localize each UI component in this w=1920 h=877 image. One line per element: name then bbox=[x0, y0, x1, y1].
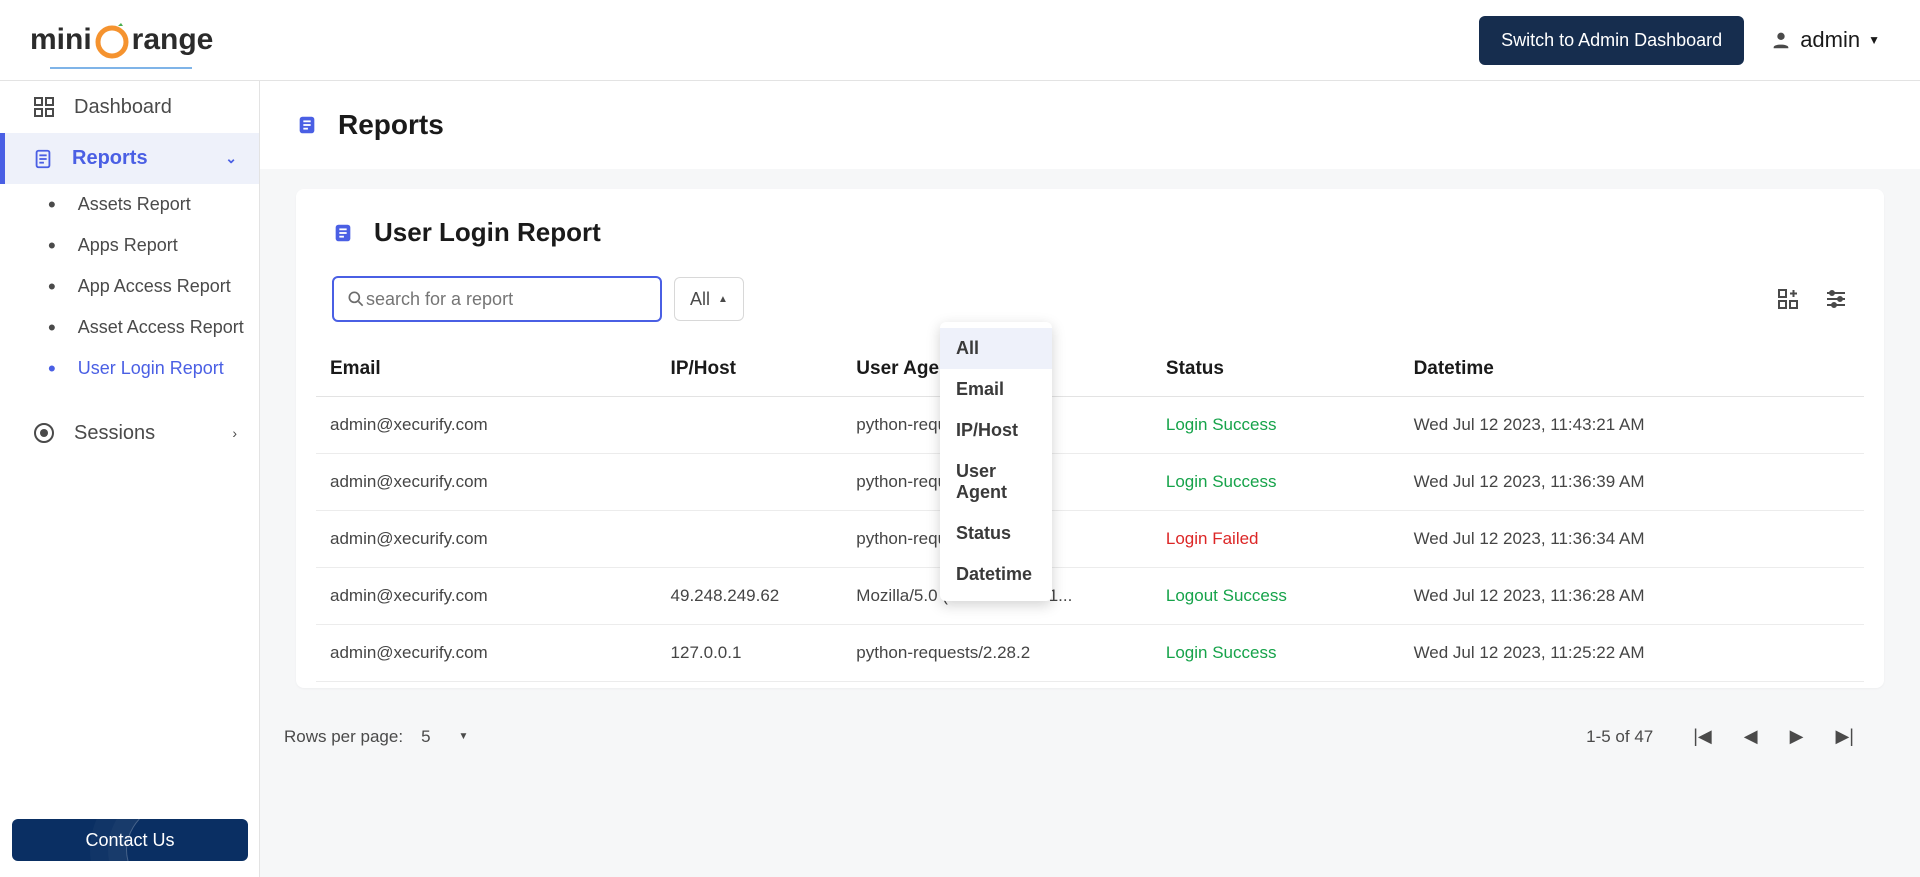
caret-down-icon: ▼ bbox=[1868, 33, 1880, 47]
brand-prefix: mini bbox=[30, 23, 92, 57]
sidebar-item-label: Dashboard bbox=[74, 96, 172, 119]
caret-up-icon: ▲ bbox=[718, 294, 728, 305]
user-icon bbox=[1770, 29, 1792, 51]
rows-per-page-value[interactable]: 5 bbox=[421, 727, 430, 747]
sidebar-item-sessions[interactable]: Sessions › bbox=[0, 407, 259, 459]
report-icon bbox=[332, 222, 354, 244]
sidebar-item-dashboard[interactable]: Dashboard bbox=[0, 81, 259, 133]
dropdown-option-status[interactable]: Status bbox=[940, 513, 1052, 554]
cell-email: admin@xecurify.com bbox=[316, 397, 657, 454]
sidebar-subitem-label: User Login Report bbox=[78, 358, 224, 379]
pager-prev-icon[interactable]: ◀ bbox=[1744, 726, 1758, 747]
dropdown-option-all[interactable]: All bbox=[940, 328, 1052, 369]
sidebar-subitem-label: Assets Report bbox=[78, 194, 191, 215]
cell-datetime: Wed Jul 12 2023, 11:36:28 AM bbox=[1400, 568, 1864, 625]
cell-email: admin@xecurify.com bbox=[316, 454, 657, 511]
dropdown-option-datetime[interactable]: Datetime bbox=[940, 554, 1052, 595]
cell-user-agent: python-requests/2.28.2 bbox=[842, 625, 1152, 682]
cell-email: admin@xecurify.com bbox=[316, 568, 657, 625]
filter-dropdown-menu: All Email IP/Host User Agent Status Date… bbox=[940, 322, 1052, 601]
user-menu[interactable]: admin ▼ bbox=[1770, 27, 1880, 53]
filter-dropdown-button[interactable]: All ▲ bbox=[674, 277, 744, 321]
report-icon bbox=[32, 148, 54, 170]
grid-add-icon[interactable] bbox=[1776, 287, 1800, 311]
sidebar-subitem-label: Asset Access Report bbox=[78, 317, 244, 338]
cell-datetime: Wed Jul 12 2023, 11:43:21 AM bbox=[1400, 397, 1864, 454]
card-title: User Login Report bbox=[374, 217, 601, 248]
contact-us-label: Contact Us bbox=[85, 830, 174, 851]
sidebar-item-label: Reports bbox=[72, 147, 148, 170]
cell-status: Logout Success bbox=[1152, 568, 1400, 625]
search-input[interactable] bbox=[366, 289, 648, 310]
contact-us-button[interactable]: Contact Us bbox=[12, 819, 248, 861]
rows-per-page-label: Rows per page: bbox=[284, 727, 403, 747]
cell-iphost: 49.248.249.62 bbox=[657, 568, 843, 625]
sessions-icon bbox=[32, 421, 56, 445]
report-table: Email IP/Host User Agent Status Datetime… bbox=[316, 342, 1864, 682]
cell-datetime: Wed Jul 12 2023, 11:36:39 AM bbox=[1400, 454, 1864, 511]
sidebar-subitem-user-login-report[interactable]: •User Login Report bbox=[0, 348, 259, 389]
sidebar-subitem-asset-access-report[interactable]: •Asset Access Report bbox=[0, 307, 259, 348]
user-label: admin bbox=[1800, 27, 1860, 53]
orange-icon bbox=[92, 20, 132, 60]
brand-logo: mini range bbox=[30, 20, 213, 60]
dropdown-option-iphost[interactable]: IP/Host bbox=[940, 410, 1052, 451]
col-datetime: Datetime bbox=[1400, 342, 1864, 397]
table-row: admin@xecurify.compython-requests/2.28.2… bbox=[316, 454, 1864, 511]
cell-status: Login Success bbox=[1152, 397, 1400, 454]
chevron-down-icon: ⌄ bbox=[225, 150, 237, 167]
table-row: admin@xecurify.com49.248.249.62Mozilla/5… bbox=[316, 568, 1864, 625]
cell-iphost: 127.0.0.1 bbox=[657, 625, 843, 682]
sidebar-subitem-assets-report[interactable]: •Assets Report bbox=[0, 184, 259, 225]
col-email: Email bbox=[316, 342, 657, 397]
brand-suffix: range bbox=[132, 23, 214, 57]
cell-status: Login Success bbox=[1152, 625, 1400, 682]
pager-next-icon[interactable]: ▶ bbox=[1790, 726, 1804, 747]
sidebar-subitem-app-access-report[interactable]: •App Access Report bbox=[0, 266, 259, 307]
pager-first-icon[interactable]: |◀ bbox=[1693, 726, 1712, 747]
cell-iphost bbox=[657, 454, 843, 511]
sidebar-item-label: Sessions bbox=[74, 422, 155, 445]
switch-dashboard-button[interactable]: Switch to Admin Dashboard bbox=[1479, 16, 1744, 65]
search-icon bbox=[346, 289, 366, 309]
sidebar-subitem-label: Apps Report bbox=[78, 235, 178, 256]
cell-status: Login Failed bbox=[1152, 511, 1400, 568]
chevron-right-icon: › bbox=[232, 425, 237, 441]
dashboard-icon bbox=[32, 95, 56, 119]
pager-last-icon[interactable]: ▶| bbox=[1835, 726, 1854, 747]
table-row: admin@xecurify.compython-requests/2.28.2… bbox=[316, 397, 1864, 454]
pager-range: 1-5 of 47 bbox=[1586, 727, 1653, 747]
dropdown-option-user-agent[interactable]: User Agent bbox=[940, 451, 1052, 513]
settings-sliders-icon[interactable] bbox=[1824, 287, 1848, 311]
cell-email: admin@xecurify.com bbox=[316, 625, 657, 682]
sidebar-item-reports[interactable]: Reports ⌄ bbox=[0, 133, 259, 184]
col-status: Status bbox=[1152, 342, 1400, 397]
cell-datetime: Wed Jul 12 2023, 11:25:22 AM bbox=[1400, 625, 1864, 682]
cell-email: admin@xecurify.com bbox=[316, 511, 657, 568]
col-iphost: IP/Host bbox=[657, 342, 843, 397]
page-title: Reports bbox=[338, 109, 444, 141]
cell-status: Login Success bbox=[1152, 454, 1400, 511]
sidebar-subitem-label: App Access Report bbox=[78, 276, 231, 297]
cell-iphost bbox=[657, 397, 843, 454]
cell-iphost bbox=[657, 511, 843, 568]
cell-datetime: Wed Jul 12 2023, 11:36:34 AM bbox=[1400, 511, 1864, 568]
sidebar-subitem-apps-report[interactable]: •Apps Report bbox=[0, 225, 259, 266]
dropdown-option-email[interactable]: Email bbox=[940, 369, 1052, 410]
logo-underline bbox=[50, 67, 192, 69]
search-field[interactable] bbox=[332, 276, 662, 322]
report-icon bbox=[296, 114, 318, 136]
caret-down-icon[interactable]: ▼ bbox=[459, 731, 469, 742]
table-row: admin@xecurify.compython-requests/2.28.2… bbox=[316, 511, 1864, 568]
filter-selected-label: All bbox=[690, 289, 710, 310]
table-row: admin@xecurify.com127.0.0.1python-reques… bbox=[316, 625, 1864, 682]
